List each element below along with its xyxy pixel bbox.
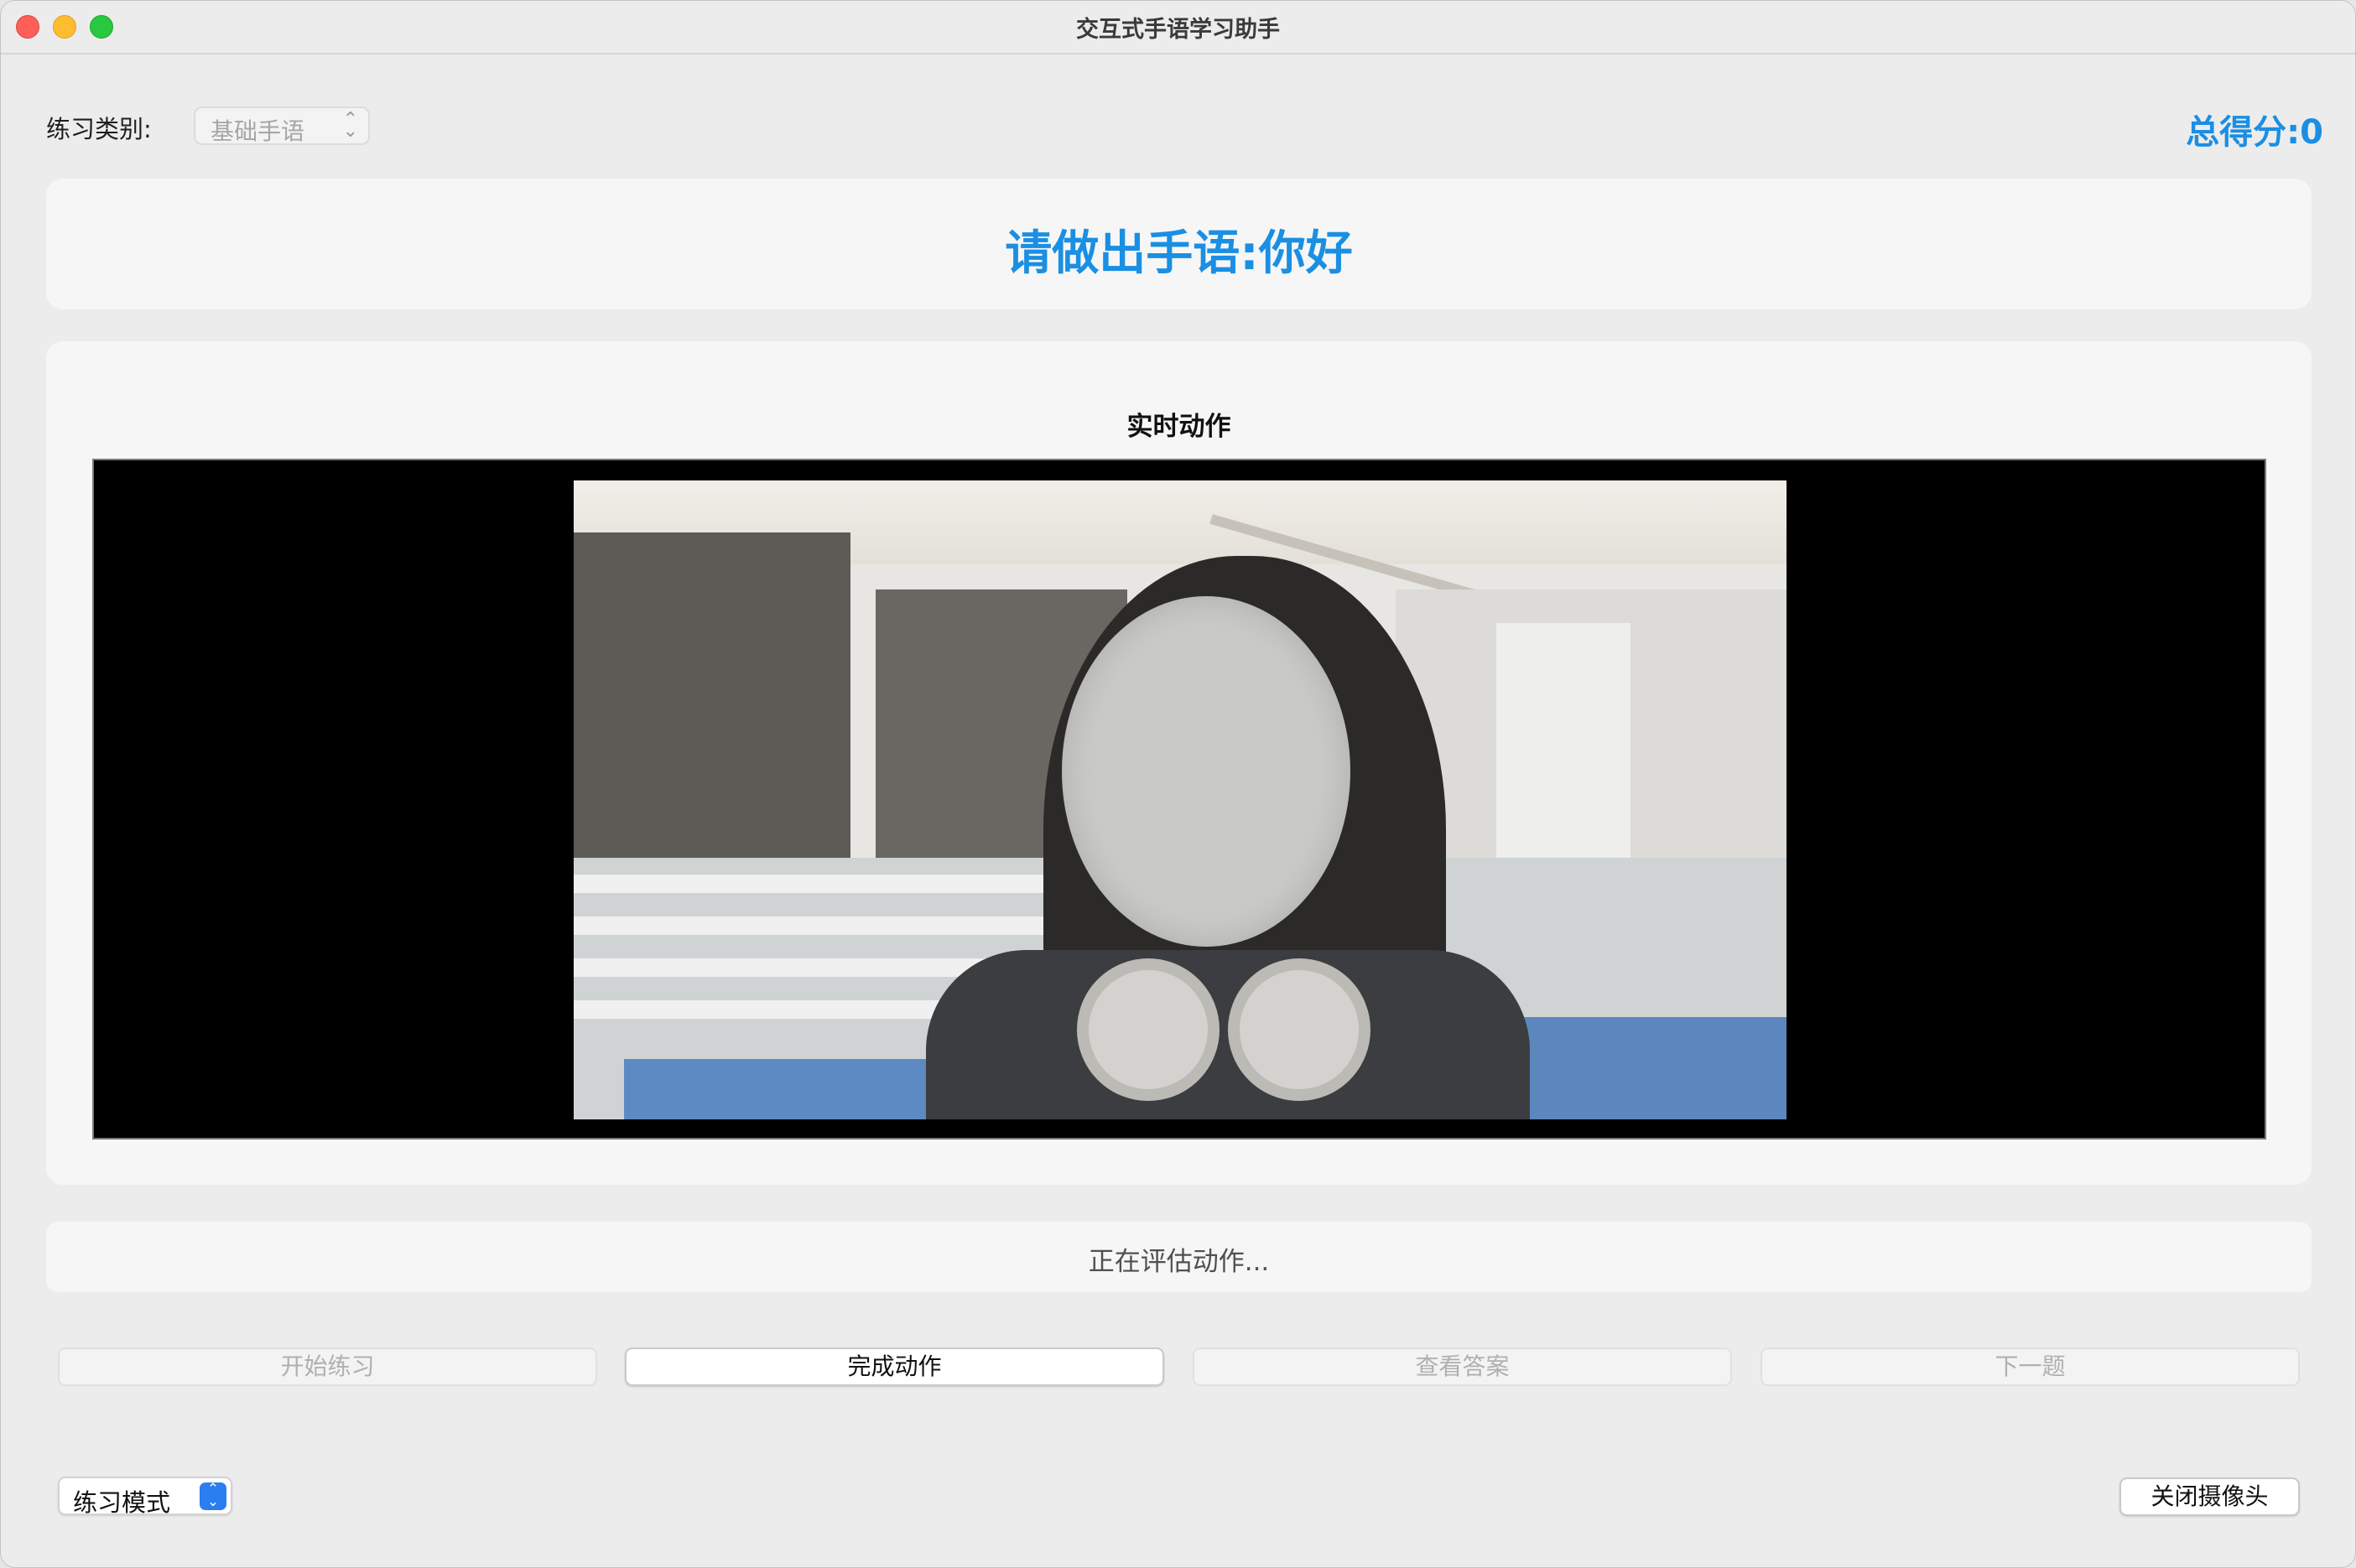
camera-feed (574, 480, 1787, 1119)
start-practice-button[interactable]: 开始练习 (58, 1347, 597, 1386)
prompt-text: 请做出手语:你好 (1005, 226, 1353, 281)
status-bar: 正在评估动作... (46, 1222, 2312, 1292)
stepper-icon: ⌃ ⌄ (200, 1482, 226, 1510)
video-panel (92, 459, 2266, 1140)
next-question-button[interactable]: 下一题 (1760, 1347, 2300, 1386)
category-select[interactable]: 基础手语 ⌃ ⌄ (194, 106, 370, 145)
video-title: 实时动作 (1126, 412, 1231, 442)
category-value: 基础手语 (211, 117, 305, 145)
video-card: 实时动作 (46, 341, 2312, 1185)
headphones (1077, 958, 1220, 1101)
chevron-updown-icon: ⌃ ⌄ (342, 109, 358, 142)
mode-value: 练习模式 (73, 1488, 171, 1517)
prompt-card: 请做出手语:你好 (46, 179, 2312, 309)
status-text: 正在评估动作... (1088, 1247, 1270, 1277)
category-label: 练习类别: (46, 115, 152, 143)
view-answer-button[interactable]: 查看答案 (1193, 1347, 1732, 1386)
title-bar: 交互式手语学习助手 (1, 1, 2355, 55)
finish-action-button[interactable]: 完成动作 (625, 1347, 1164, 1386)
app-window: 交互式手语学习助手 练习类别: 基础手语 ⌃ ⌄ 总得分:0 请做出手语:你好 实… (0, 0, 2356, 1568)
score-label: 总得分: (2186, 113, 2301, 152)
mode-select[interactable]: 练习模式 ⌃ ⌄ (58, 1477, 232, 1517)
face-blur (1062, 596, 1350, 947)
window-title: 交互式手语学习助手 (1076, 17, 1280, 43)
total-score: 总得分:0 (2186, 105, 2323, 153)
score-value: 0 (2300, 113, 2323, 152)
close-camera-button[interactable]: 关闭摄像头 (2119, 1477, 2300, 1516)
